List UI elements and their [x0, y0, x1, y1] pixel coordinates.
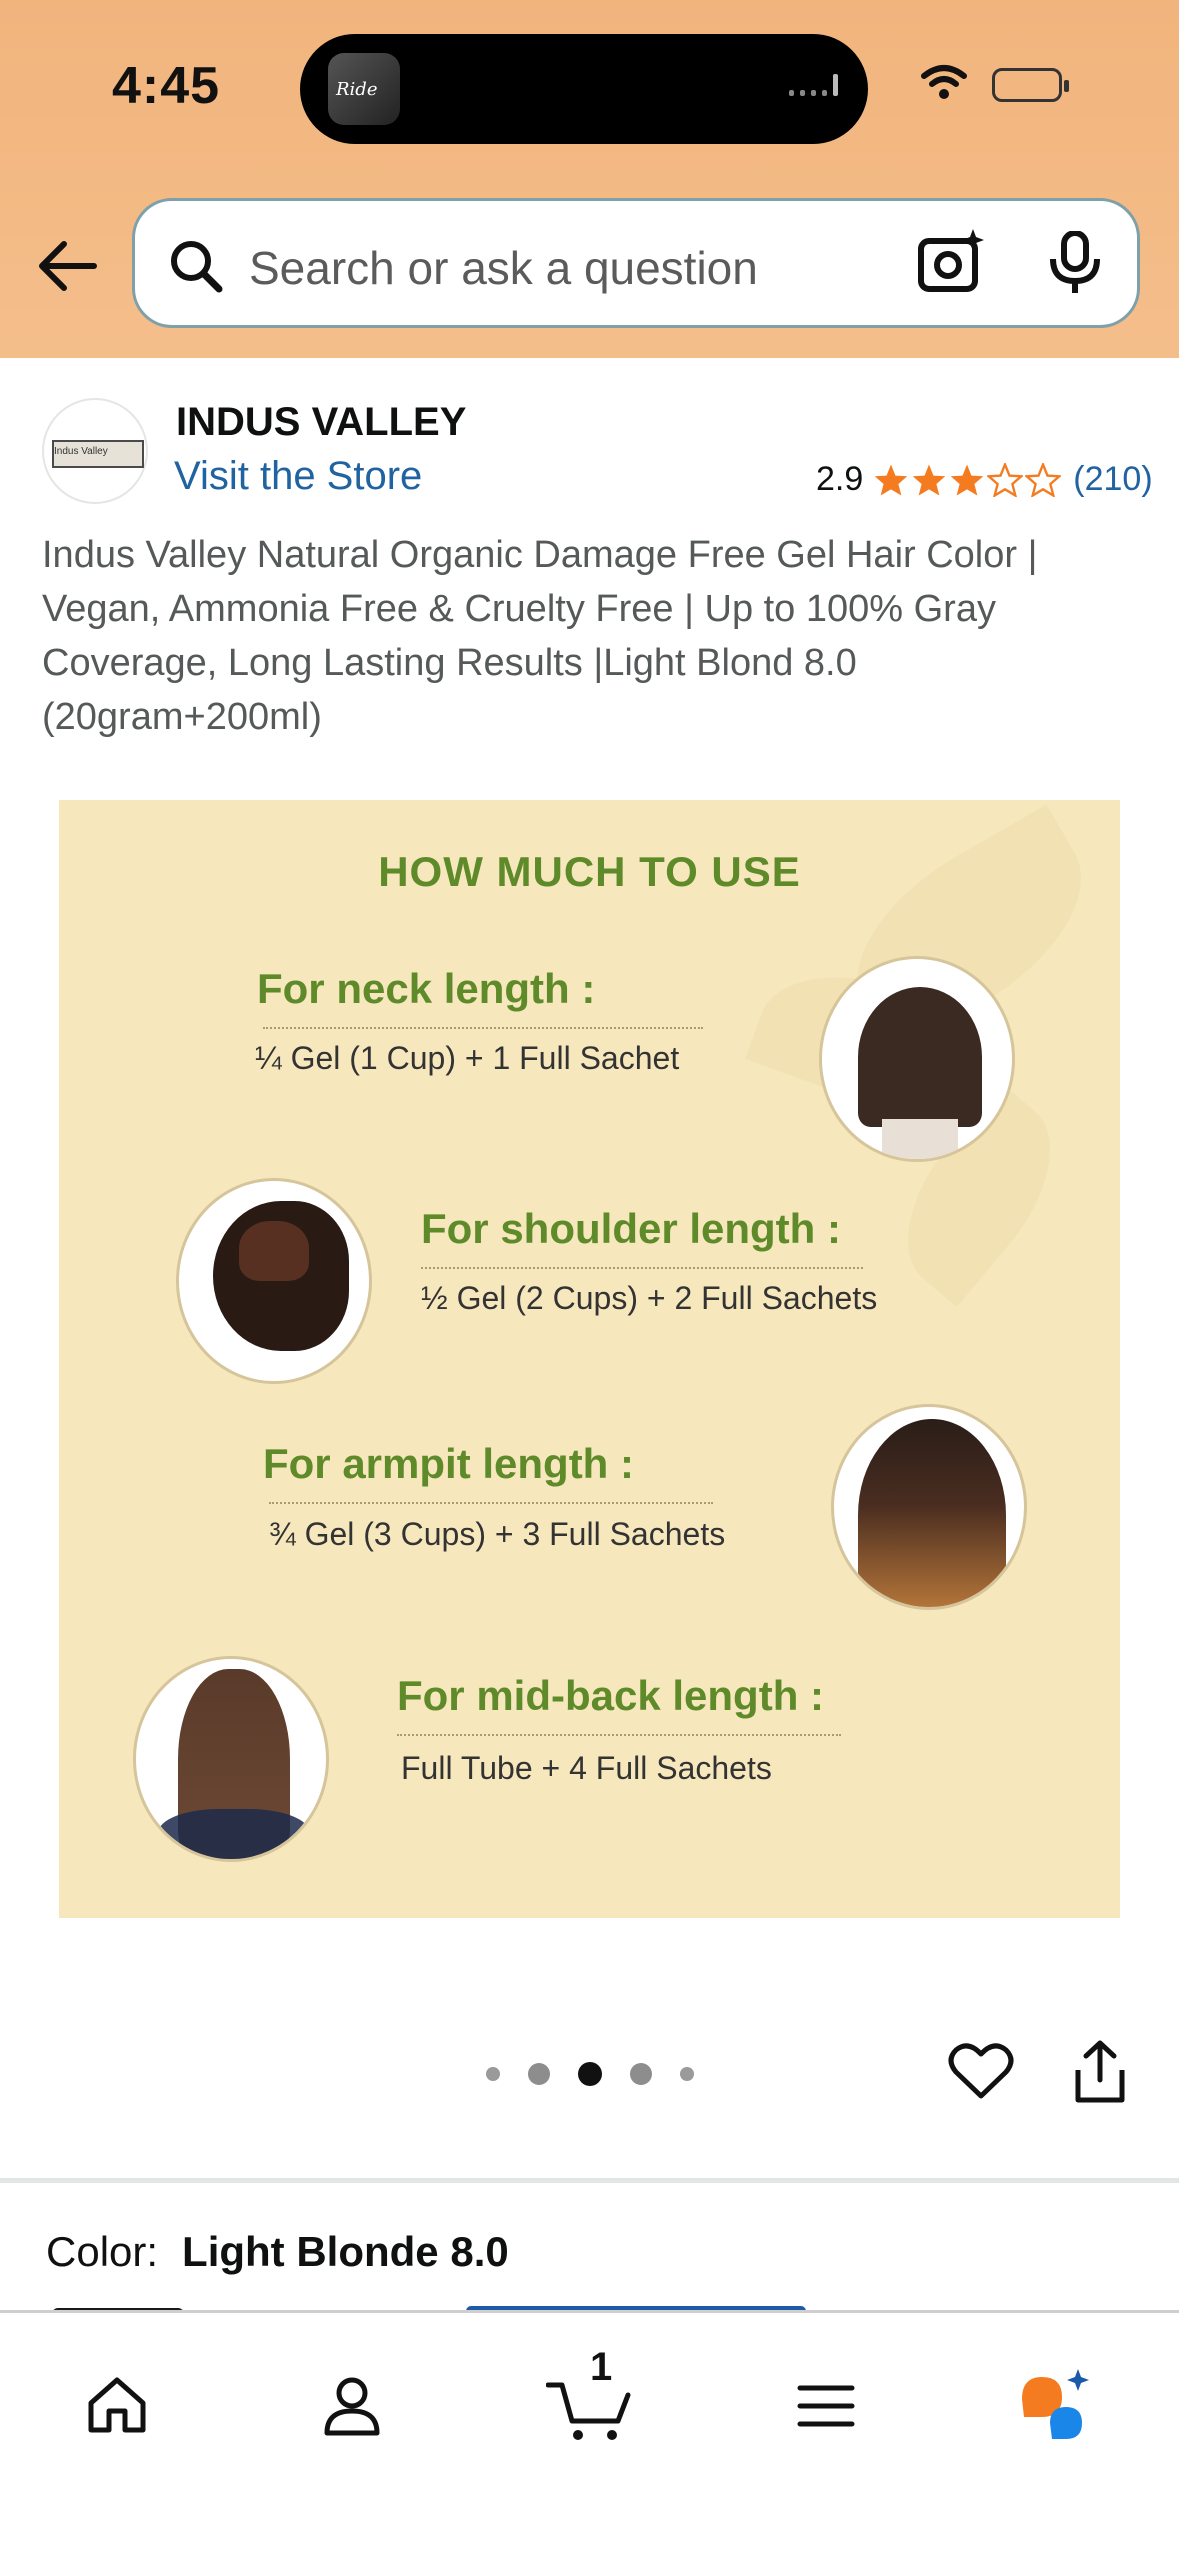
star-empty-icon	[987, 462, 1024, 497]
usage-amount: ½ Gel (2 Cups) + 2 Full Sachets	[421, 1280, 878, 1316]
mid-back-length-hair-image	[133, 1656, 329, 1862]
color-label: Color:	[46, 2228, 159, 2275]
microphone-icon[interactable]	[1047, 231, 1103, 295]
dotted-divider	[421, 1267, 863, 1269]
search-bar[interactable]: Search or ask a question	[132, 198, 1140, 328]
star-full-icon	[951, 463, 984, 496]
dynamic-island[interactable]: Ride	[300, 34, 868, 144]
pagination-dot[interactable]	[630, 2063, 652, 2085]
usage-amount: ¼ Gel (1 Cup) + 1 Full Sachet	[255, 1040, 680, 1076]
search-icon	[171, 241, 223, 293]
pagination-dot[interactable]	[528, 2063, 550, 2085]
heart-icon[interactable]	[948, 2040, 1014, 2102]
camera-lens-icon[interactable]	[915, 227, 987, 299]
cart-icon[interactable]	[546, 2379, 634, 2443]
share-icon[interactable]	[1072, 2040, 1128, 2104]
section-divider	[0, 2178, 1179, 2183]
selected-color: Light Blonde 8.0	[182, 2228, 509, 2275]
usage-label: For armpit length :	[263, 1440, 634, 1487]
search-input[interactable]: Search or ask a question	[249, 241, 758, 295]
brand-name: INDUS VALLEY	[176, 400, 467, 444]
carousel-pagination[interactable]	[486, 2062, 694, 2086]
armpit-length-hair-image	[831, 1404, 1027, 1610]
pagination-dot[interactable]	[680, 2067, 694, 2081]
color-selector: Color: Light Blonde 8.0	[46, 2228, 509, 2276]
star-rating	[873, 462, 1062, 497]
usage-label: For neck length :	[257, 965, 596, 1012]
star-empty-icon	[1025, 462, 1062, 497]
visit-store-link[interactable]: Visit the Store	[174, 454, 422, 499]
wifi-icon	[921, 65, 967, 99]
back-arrow-icon[interactable]	[36, 236, 100, 296]
pagination-dot[interactable]	[486, 2067, 500, 2081]
status-time: 4:45	[112, 57, 221, 115]
menu-icon[interactable]	[796, 2383, 856, 2429]
account-icon[interactable]	[322, 2375, 382, 2437]
now-playing-thumbnail: Ride	[328, 53, 400, 125]
usage-label: For shoulder length :	[421, 1205, 841, 1252]
battery-icon	[992, 68, 1069, 102]
audio-waveform-icon	[789, 74, 838, 96]
dotted-divider	[263, 1027, 703, 1029]
usage-amount: Full Tube + 4 Full Sachets	[401, 1750, 772, 1786]
product-title: Indus Valley Natural Organic Damage Free…	[42, 534, 1038, 738]
app-header: 4:45 Ride Search or ask a question	[0, 0, 1179, 358]
rufus-ai-icon[interactable]	[1016, 2365, 1096, 2445]
star-full-icon	[913, 463, 946, 496]
home-icon[interactable]	[86, 2375, 148, 2435]
dotted-divider	[269, 1502, 713, 1504]
rating-count: (210)	[1073, 460, 1153, 498]
brand-logo-image: Indus Valley	[52, 440, 144, 468]
rating-value: 2.9	[816, 460, 864, 498]
neck-length-hair-image	[819, 956, 1015, 1162]
product-image[interactable]: HOW MUCH TO USE For neck length : ¼ Gel …	[59, 800, 1120, 1918]
brand-logo[interactable]: Indus Valley	[42, 398, 148, 504]
rating-summary[interactable]: 2.9 (210)	[816, 460, 1153, 499]
shoulder-length-hair-image	[176, 1178, 372, 1384]
dotted-divider	[397, 1734, 841, 1736]
hero-heading: HOW MUCH TO USE	[378, 848, 801, 895]
usage-amount: ¾ Gel (3 Cups) + 3 Full Sachets	[269, 1516, 726, 1552]
usage-label: For mid-back length :	[397, 1672, 825, 1719]
pagination-dot-active[interactable]	[578, 2062, 602, 2086]
bottom-tab-bar: 1	[0, 2310, 1179, 2556]
star-full-icon	[875, 463, 908, 496]
